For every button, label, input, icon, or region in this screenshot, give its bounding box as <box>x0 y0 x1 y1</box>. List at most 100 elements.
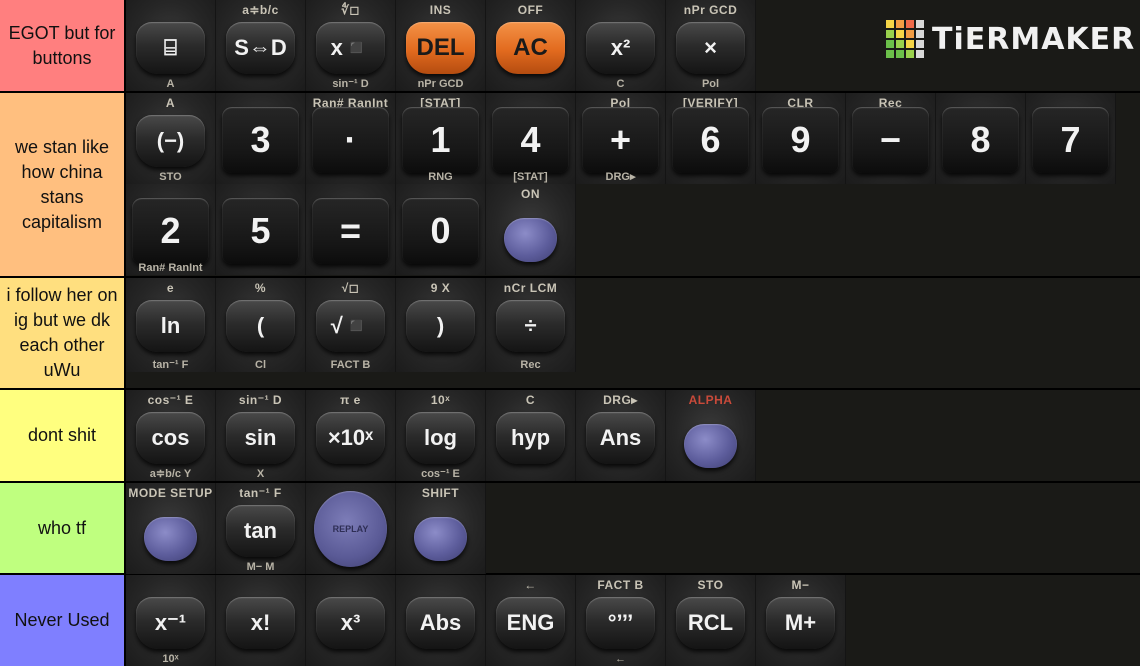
neighbor-key-label: STO <box>159 171 182 183</box>
tier-label[interactable]: i follow her on ig but we dk each other … <box>0 278 124 388</box>
key-cap: √◾ <box>316 300 385 352</box>
button-tile[interactable]: A (−) STO <box>126 93 216 184</box>
tier-items[interactable]: MODE SETUP tan⁻¹ F tan M− M REPLAY SHIFT <box>126 483 1140 574</box>
secondary-function-label: % <box>254 281 267 295</box>
button-tile[interactable]: e ln tan⁻¹ F <box>126 278 216 372</box>
key-cap: ⌸ <box>136 22 205 74</box>
logo-cell <box>896 30 904 38</box>
button-tile[interactable]: SHIFT <box>396 483 486 574</box>
button-tile[interactable]: CLR 9 <box>756 93 846 184</box>
button-tile[interactable]: Chyp <box>486 390 576 481</box>
button-tile[interactable]: 5 <box>216 184 306 275</box>
tier-row: who tf MODE SETUP tan⁻¹ F tan M− M REPLAY SHIF… <box>0 483 1140 574</box>
button-tile[interactable]: 2 Ran# RanInt <box>126 184 216 275</box>
button-tile[interactable]: tan⁻¹ F tan M− M <box>216 483 306 574</box>
secondary-function-label: nPr GCD <box>683 3 738 17</box>
button-tile[interactable]: nPr GCD × Pol <box>666 0 756 91</box>
tier-items[interactable]: e ln tan⁻¹ F% (Cl √◻ √◾ FACT B 9 X) nCr LCM ÷ Rec <box>126 278 1140 388</box>
button-tile[interactable]: x² C <box>576 0 666 91</box>
button-tile[interactable]: sin⁻¹ D sin X <box>216 390 306 481</box>
button-tile[interactable]: MODE SETUP <box>126 483 216 574</box>
button-tile[interactable]: % ( Cl <box>216 278 306 372</box>
neighbor-key-label: X <box>256 468 265 480</box>
key-cap <box>504 218 557 262</box>
button-tile[interactable]: ALPHA <box>666 390 756 481</box>
button-tile[interactable]: Pol + DRG▸ <box>576 93 666 184</box>
key-cap: Abs <box>406 597 475 649</box>
secondary-function-label: ON <box>521 187 540 201</box>
tier-label[interactable]: EGOT but for buttons <box>0 0 124 91</box>
button-tile[interactable]: x⁻¹ 10ˣ <box>126 575 216 666</box>
button-tile[interactable]: 4 [STAT] <box>486 93 576 184</box>
button-tile[interactable]: π e ×10ˣ <box>306 390 396 481</box>
button-tile[interactable]: M− M+ <box>756 575 846 666</box>
tier-label[interactable]: dont shit <box>0 390 124 481</box>
secondary-function-label: ALPHA <box>688 393 733 407</box>
key-cap <box>684 424 737 468</box>
key-cap: − <box>852 107 929 173</box>
neighbor-key-label: a≑b/c Y <box>149 468 192 480</box>
button-tile[interactable]: cos⁻¹ E cos a≑b/c Y <box>126 390 216 481</box>
button-tile[interactable]: √◻ √◾ FACT B <box>306 278 396 372</box>
key-cap: 8 <box>942 107 1019 173</box>
logo-cell <box>916 50 924 58</box>
button-tile[interactable]: 9 X) <box>396 278 486 372</box>
button-tile[interactable]: nCr LCM ÷ Rec <box>486 278 576 372</box>
button-tile[interactable]: Rec − <box>846 93 936 184</box>
logo-cell <box>916 20 924 28</box>
secondary-function-label: π e <box>340 393 361 407</box>
key-cap: 0 <box>402 198 479 264</box>
button-tile[interactable]: [VERIFY] 6 <box>666 93 756 184</box>
tier-label[interactable]: Never Used <box>0 575 124 666</box>
neighbor-key-label: FACT B <box>330 359 371 371</box>
tier-items[interactable]: cos⁻¹ E cos a≑b/c Y sin⁻¹ D sin Xπ e ×10ˣ 10ˣ lo… <box>126 390 1140 481</box>
button-tile[interactable]: ← ENG <box>486 575 576 666</box>
tier-label[interactable]: we stan like how china stans capitalism <box>0 93 124 276</box>
logo-cell <box>916 40 924 48</box>
tier-items[interactable]: x⁻¹ 10ˣ x! x³ Abs ← ENG FACT B °’’’ ← STO RCL M− M+ <box>126 575 1140 666</box>
button-tile[interactable]: 8 <box>936 93 1026 184</box>
secondary-function-label: FACT B <box>597 578 644 592</box>
tier-label[interactable]: who tf <box>0 483 124 573</box>
button-tile[interactable]: OFF AC <box>486 0 576 91</box>
button-tile[interactable]: ON <box>486 184 576 275</box>
button-tile[interactable]: Abs <box>396 575 486 666</box>
key-cap: RCL <box>676 597 745 649</box>
tier-items[interactable]: A (−) STO 3 Ran# RanInt · [STAT] 1 RNG 4 [STAT] Pol… <box>126 93 1140 276</box>
key-cap: sin <box>226 412 295 464</box>
button-tile[interactable]: FACT B °’’’ ← <box>576 575 666 666</box>
neighbor-key-label: Cl <box>255 359 266 371</box>
button-tile[interactable]: Ran# RanInt · <box>306 93 396 184</box>
button-tile[interactable]: x³ <box>306 575 396 666</box>
key-cap: tan <box>226 505 295 557</box>
neighbor-key-label: 10ˣ <box>162 653 179 665</box>
button-tile[interactable]: DRG▸ Ans <box>576 390 666 481</box>
button-tile[interactable]: INS DEL nPr GCD <box>396 0 486 91</box>
button-tile[interactable]: REPLAY <box>306 483 396 574</box>
button-tile[interactable]: x! <box>216 575 306 666</box>
button-tile[interactable]: 10ˣ log cos⁻¹ E <box>396 390 486 481</box>
button-tile[interactable]: 7 <box>1026 93 1116 184</box>
button-tile[interactable]: STO RCL <box>666 575 756 666</box>
neighbor-key-label: Ran# RanInt <box>138 262 203 274</box>
key-cap: ×10ˣ <box>316 412 385 464</box>
key-cap: ( <box>226 300 295 352</box>
key-cap: ÷ <box>496 300 565 352</box>
button-tile[interactable]: ⌸ A <box>126 0 216 91</box>
secondary-function-label: OFF <box>517 3 544 17</box>
key-cap: cos <box>136 412 205 464</box>
button-tile[interactable]: a≑b/c S⇔D <box>216 0 306 91</box>
button-tile[interactable]: 0 <box>396 184 486 275</box>
secondary-function-label: A <box>165 96 176 110</box>
secondary-function-label: SHIFT <box>421 486 460 500</box>
button-tile[interactable]: [STAT] 1 RNG <box>396 93 486 184</box>
neighbor-key-label: Pol <box>701 78 720 90</box>
button-tile[interactable]: = <box>306 184 396 275</box>
button-tile[interactable]: 3 <box>216 93 306 184</box>
neighbor-key-label: M− M <box>246 561 275 573</box>
neighbor-key-label: sin⁻¹ D <box>332 78 369 90</box>
secondary-function-label: C <box>525 393 536 407</box>
key-cap: · <box>312 107 389 173</box>
button-tile[interactable]: ∜◻ x◾ sin⁻¹ D <box>306 0 396 91</box>
neighbor-key-label: DRG▸ <box>605 171 636 183</box>
